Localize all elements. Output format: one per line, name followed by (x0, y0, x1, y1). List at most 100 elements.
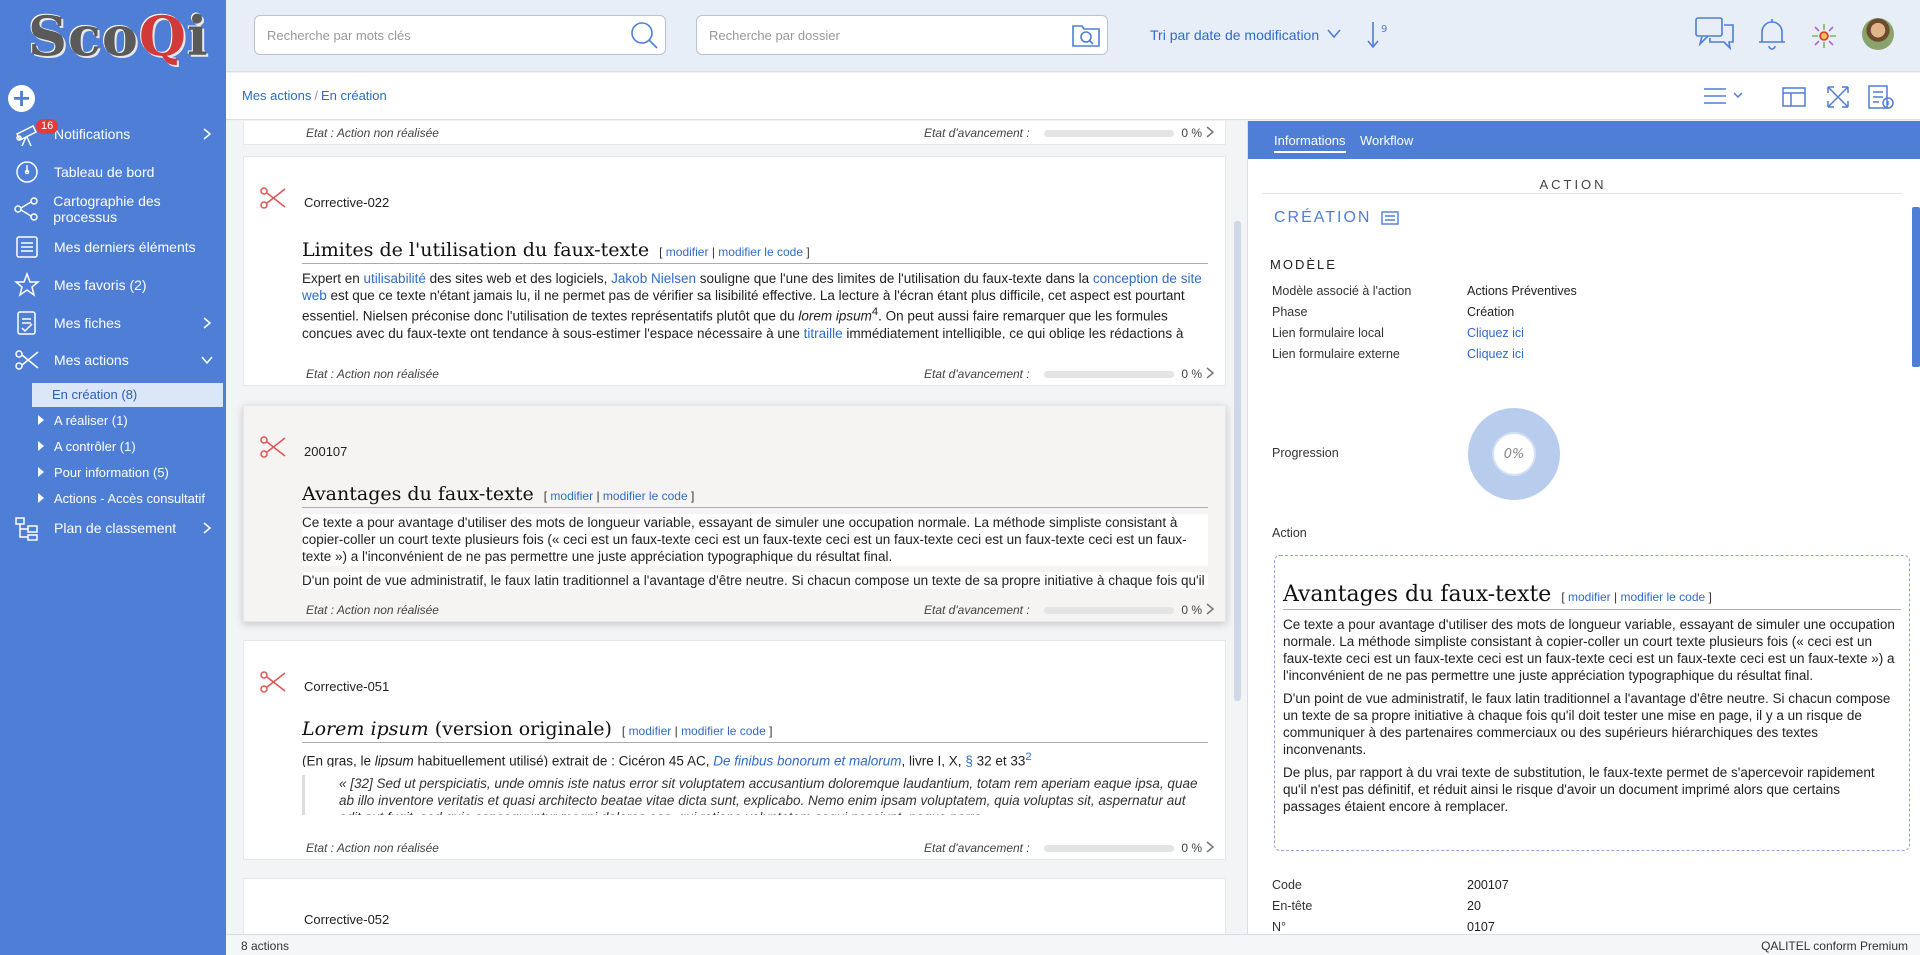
folder-search-icon[interactable] (1065, 16, 1107, 54)
chevron-right-icon[interactable] (1203, 365, 1217, 384)
sidebar-item-favorites[interactable]: Mes favoris (2) (0, 267, 226, 303)
edit-code-link[interactable]: modifier le code (718, 245, 803, 259)
sidebar-item-actions[interactable]: Mes actions (0, 342, 226, 378)
expand-icon[interactable] (1824, 83, 1852, 115)
action-card[interactable]: Corrective-051 Lorem ipsum (version orig… (243, 640, 1226, 860)
card-footer: Etat : Action non réalisée Etat d'avance… (244, 122, 1225, 144)
tab-workflow[interactable]: Workflow (1360, 133, 1413, 148)
action-code: Corrective-051 (304, 679, 390, 694)
bell-icon[interactable] (1756, 16, 1788, 56)
list-scrollbar[interactable] (1234, 221, 1241, 701)
scissors-icon (258, 432, 288, 466)
sidebar-subitem-acces-consultatif[interactable]: Actions - Accès consultatif (32, 487, 226, 511)
sidebar-item-dashboard[interactable]: Tableau de bord (0, 154, 226, 190)
scissors-icon (258, 183, 288, 217)
sidebar-item-label: Mes actions (54, 352, 129, 368)
inline-link[interactable]: § (965, 754, 973, 768)
chevron-down-icon[interactable] (1326, 28, 1342, 44)
action-code: Corrective-022 (304, 195, 390, 210)
caret-right-icon (38, 467, 44, 477)
inline-link[interactable]: Jakob Nielsen (611, 271, 696, 286)
sidebar-item-label: Mes fiches (54, 315, 121, 331)
inline-link[interactable]: utilisabilité (364, 271, 426, 286)
search-icon[interactable] (623, 16, 665, 54)
inline-link[interactable]: conception de site web (302, 271, 1202, 303)
chevron-right-icon (200, 521, 214, 535)
sort-direction-icon[interactable]: 9 (1366, 20, 1392, 54)
action-description: De plus, par rapport à du vrai texte de … (1283, 765, 1875, 814)
edit-link[interactable]: modifier (629, 724, 672, 738)
sidebar-subitem-a-realiser[interactable]: A réaliser (1) (32, 409, 226, 433)
keyword-search-input[interactable] (255, 16, 623, 54)
chevron-down-icon (200, 353, 214, 367)
notification-count-badge: 16 (36, 119, 59, 134)
external-form-link[interactable]: Cliquez ici (1467, 347, 1524, 361)
sidebar-item-notifications[interactable]: 16 Notifications (0, 116, 226, 152)
folder-search-input[interactable] (697, 16, 1065, 54)
field-code: Code 200107 (1272, 878, 1509, 892)
panel-scrollbar[interactable] (1912, 207, 1920, 367)
local-form-link[interactable]: Cliquez ici (1467, 326, 1524, 340)
edit-code-link[interactable]: modifier le code (603, 489, 688, 503)
chevron-right-icon[interactable] (1203, 601, 1217, 620)
theme-icon[interactable] (1810, 22, 1838, 54)
chat-icon[interactable] (1694, 16, 1736, 56)
card-footer: Etat : Action non réalisée Etat d'avance… (244, 837, 1225, 859)
edit-code-link[interactable]: modifier le code (1620, 590, 1705, 604)
sidebar-item-recent[interactable]: Mes derniers éléments (0, 229, 226, 265)
sidebar-item-label: Plan de classement (54, 520, 177, 536)
action-card[interactable]: Corrective-022 Limites de l'utilisation … (243, 156, 1226, 386)
sidebar-subitem-pour-information[interactable]: Pour information (5) (32, 461, 226, 485)
latin-quote: « [32] Sed ut perspiciatis, unde omnis i… (302, 775, 1208, 815)
layout-split-icon[interactable] (1780, 83, 1808, 115)
divider (1262, 193, 1902, 194)
action-title: Avantages du faux-texte[ modifier | modi… (302, 483, 1208, 508)
edit-link[interactable]: modifier (1568, 590, 1611, 604)
menu-icon[interactable] (1702, 83, 1746, 115)
action-title: Limites de l'utilisation du faux-texte[ … (302, 239, 1208, 264)
action-description: D'un point de vue administratif, le faux… (1283, 691, 1891, 757)
breadcrumb-root-link[interactable]: Mes actions (242, 88, 311, 103)
svg-text:9: 9 (1381, 24, 1387, 35)
card-footer: Etat : Action non réalisée Etat d'avance… (244, 363, 1225, 385)
sort-select[interactable]: Tri par date de modification (1150, 27, 1319, 43)
edit-link[interactable]: modifier (550, 489, 593, 503)
field-external-form: Lien formulaire externe Cliquez ici (1272, 347, 1524, 361)
edit-code-link[interactable]: modifier le code (681, 724, 766, 738)
add-button[interactable]: + (8, 85, 35, 112)
product-name: QALITEL conform Premium (1761, 939, 1908, 953)
breadcrumb-current-link[interactable]: En création (321, 88, 387, 103)
list-icon (0, 229, 54, 265)
inline-link[interactable]: De finibus bonorum et malorum (713, 754, 901, 768)
inline-link[interactable]: titraille (804, 326, 843, 340)
sidebar-subitem-a-controler[interactable]: A contrôler (1) (32, 435, 226, 459)
caret-right-icon (38, 493, 44, 503)
chevron-right-icon[interactable] (1203, 124, 1217, 143)
action-code: 200107 (304, 444, 348, 459)
action-description: D'un point de vue administratif, le faux… (302, 572, 1208, 589)
user-avatar[interactable] (1862, 18, 1894, 50)
action-card[interactable]: Corrective-052 (243, 878, 1226, 934)
sidebar-item-fiches[interactable]: Mes fiches (0, 305, 226, 341)
subheader: Mes actions / En création (226, 73, 1920, 120)
details-icon[interactable] (1866, 83, 1896, 115)
inline-link[interactable]: 2 (1025, 751, 1031, 763)
sidebar-item-label: Cartographie des processus (53, 193, 161, 225)
edit-link[interactable]: modifier (666, 245, 709, 259)
app-logo[interactable]: ScoQi (28, 4, 208, 68)
chevron-right-icon (200, 127, 214, 141)
chevron-right-icon[interactable] (1203, 839, 1217, 858)
tab-informations[interactable]: Informations (1274, 133, 1346, 153)
field-local-form: Lien formulaire local Cliquez ici (1272, 326, 1524, 340)
action-card[interactable]: Etat : Action non réalisée Etat d'avance… (243, 121, 1226, 145)
sidebar-item-process-map[interactable]: Cartographie des processus (0, 191, 226, 227)
status-bar: 8 actions QALITEL conform Premium (226, 934, 1920, 955)
progression-donut: 0% (1468, 408, 1560, 500)
actions-list: Etat : Action non réalisée Etat d'avance… (226, 121, 1247, 934)
folder-search (696, 15, 1108, 55)
action-card-selected[interactable]: 200107 Avantages du faux-texte[ modifier… (243, 405, 1226, 622)
card-footer: Etat : Action non réalisée Etat d'avance… (244, 599, 1225, 621)
sidebar-subitem-en-creation[interactable]: En création (8) (32, 383, 223, 407)
sidebar-item-plan-classement[interactable]: Plan de classement (0, 510, 226, 546)
network-icon (0, 191, 53, 227)
